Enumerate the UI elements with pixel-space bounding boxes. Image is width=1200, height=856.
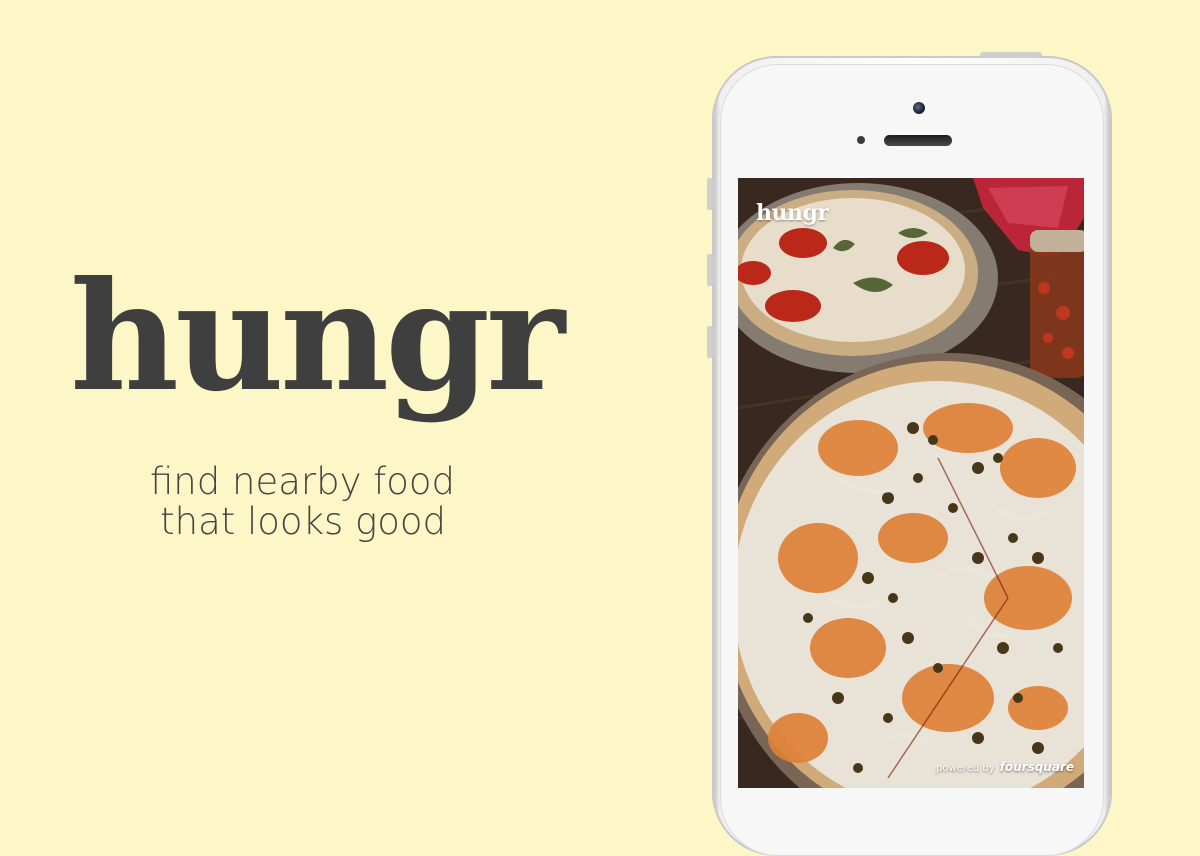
phone-mute-switch <box>707 178 713 210</box>
powered-by-foursquare[interactable]: powered by foursquare <box>936 760 1074 774</box>
phone-screen: hungr powered by foursquare <box>738 178 1084 788</box>
front-camera <box>913 102 925 114</box>
phone-volume-up <box>707 254 713 286</box>
phone-top-button <box>980 52 1042 58</box>
tagline-line-2: that looks good <box>160 500 446 543</box>
hero-tagline: find nearby food that looks good <box>150 460 456 543</box>
app-logo: hungr <box>756 200 829 226</box>
tagline-line-1: find nearby food <box>150 460 456 503</box>
earpiece-speaker <box>884 135 952 146</box>
proximity-sensor <box>857 136 865 144</box>
hero-logo: hungr <box>70 249 565 425</box>
powered-by-label: powered by <box>936 763 995 774</box>
foursquare-brand: foursquare <box>999 760 1074 774</box>
phone-volume-down <box>707 326 713 358</box>
food-photo <box>738 178 1084 788</box>
